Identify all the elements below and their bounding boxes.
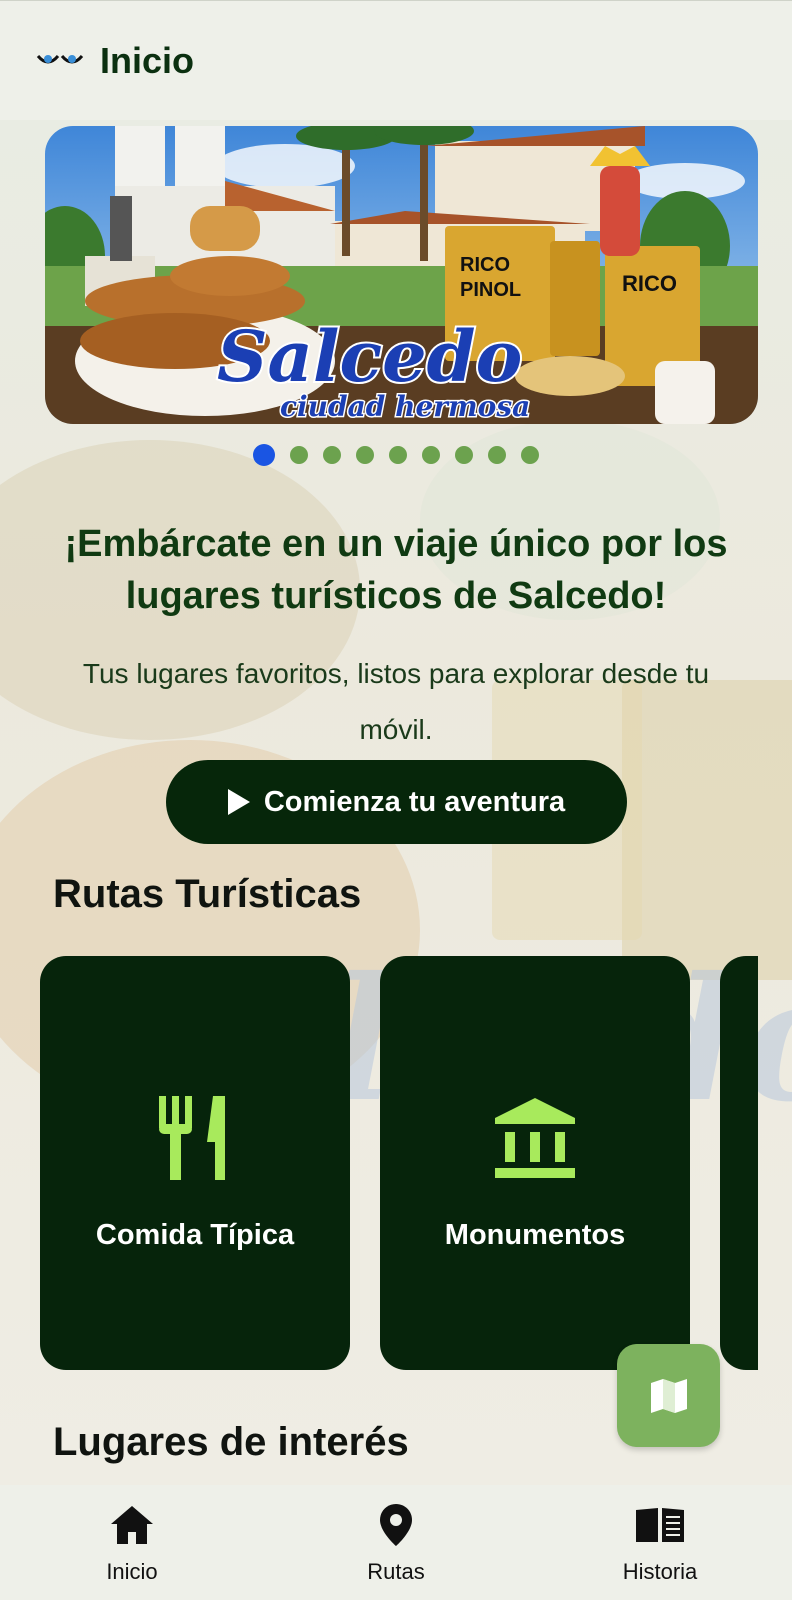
svg-text:PINOL: PINOL: [460, 279, 521, 301]
banner-title: Salcedo: [217, 315, 522, 398]
map-icon: [650, 1378, 687, 1413]
carousel-dot[interactable]: [422, 446, 440, 464]
nav-item-historia[interactable]: Historia: [528, 1485, 792, 1600]
route-card-partial[interactable]: [720, 956, 758, 1370]
banner-subtitle: ciudad hermosa: [280, 390, 530, 423]
hero-title: ¡Embárcate en un viaje único por los lug…: [64, 523, 728, 617]
nav-label: Inicio: [106, 1559, 158, 1584]
nav-label: Rutas: [367, 1559, 425, 1584]
routes-carousel[interactable]: Comida Típica Monumentos: [40, 956, 758, 1370]
page-title: Inicio: [100, 39, 195, 81]
route-card-comida-tipica[interactable]: Comida Típica: [40, 956, 350, 1370]
routes-section-title: Rutas Turísticas: [53, 872, 362, 916]
nav-item-inicio[interactable]: Inicio: [0, 1485, 264, 1600]
carousel-dot[interactable]: [488, 446, 506, 464]
fork-knife-icon: [159, 1095, 225, 1180]
book-icon: [636, 1508, 684, 1542]
carousel-banner[interactable]: RICO PINOL RICO Salcedo ciudad hermosa: [45, 126, 758, 424]
carousel-dot[interactable]: [253, 444, 275, 466]
hero-subtitle: Tus lugares favoritos, listos para explo…: [82, 658, 710, 745]
route-card-monumentos[interactable]: Monumentos: [380, 956, 690, 1370]
route-card-label: Comida Típica: [95, 1218, 295, 1251]
bottom-navigation: Inicio Rutas Historia: [0, 1485, 792, 1600]
svg-text:RICO: RICO: [460, 254, 510, 276]
start-adventure-button[interactable]: Comienza tu aventura: [166, 760, 627, 844]
app-bar: Inicio: [0, 0, 792, 120]
eyes-logo-icon: [36, 54, 84, 63]
map-fab-button[interactable]: [617, 1344, 720, 1447]
museum-icon: [495, 1097, 575, 1178]
play-icon: [227, 789, 250, 815]
location-pin-icon: [380, 1504, 412, 1546]
carousel-dot[interactable]: [455, 446, 473, 464]
nav-item-rutas[interactable]: Rutas: [264, 1485, 528, 1600]
home-icon: [111, 1506, 153, 1544]
route-card-label: Monumentos: [444, 1218, 626, 1251]
carousel-dot[interactable]: [356, 446, 374, 464]
nav-label: Historia: [622, 1559, 698, 1584]
carousel-dot[interactable]: [323, 446, 341, 464]
carousel-dot[interactable]: [521, 446, 539, 464]
carousel-dot[interactable]: [290, 446, 308, 464]
svg-text:RICO: RICO: [622, 271, 677, 296]
places-section-title: Lugares de interés: [53, 1420, 409, 1464]
carousel-indicator[interactable]: [0, 444, 792, 466]
start-adventure-label: Comienza tu aventura: [263, 785, 566, 818]
carousel-dot[interactable]: [389, 446, 407, 464]
